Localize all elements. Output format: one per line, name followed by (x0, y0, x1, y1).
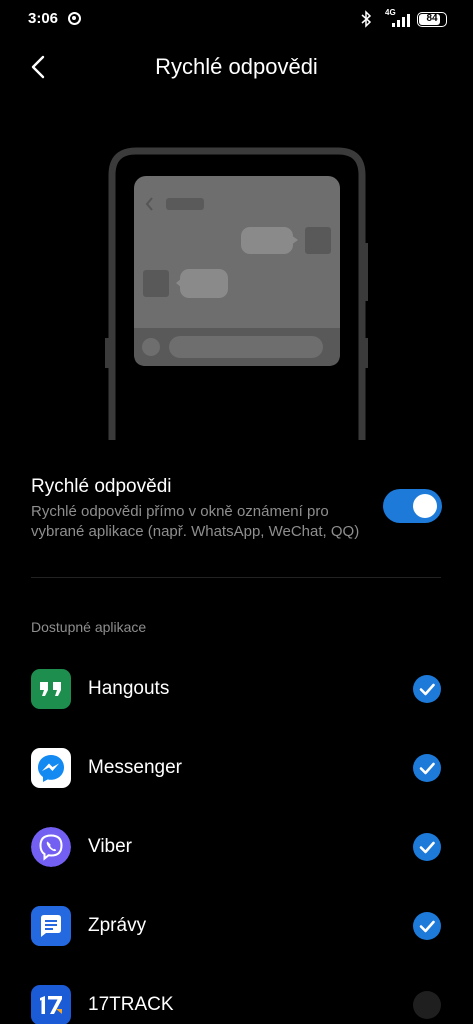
app-row-viber[interactable]: Viber (0, 807, 473, 886)
app-row-messages[interactable]: Zprávy (0, 886, 473, 965)
messages-icon (31, 906, 71, 946)
app-checkbox[interactable] (413, 991, 441, 1019)
app-checkbox[interactable] (413, 833, 441, 861)
check-icon (419, 841, 435, 854)
page-title: Rychlé odpovědi (155, 54, 318, 79)
check-icon (419, 920, 435, 933)
bluetooth-icon (361, 10, 372, 28)
signal-icon (392, 14, 410, 27)
quick-reply-illustration (105, 147, 368, 440)
app-label: Hangouts (88, 678, 170, 699)
check-icon (419, 683, 435, 696)
toggle-knob (413, 494, 437, 518)
battery-level: 84 (426, 13, 438, 24)
app-row-hangouts[interactable]: Hangouts (0, 649, 473, 728)
app-row-messenger[interactable]: Messenger (0, 728, 473, 807)
app-label: Zprávy (88, 915, 147, 936)
battery-icon: 84 (417, 12, 447, 27)
app-label: 17TRACK (88, 994, 174, 1015)
app-label: Messenger (88, 757, 182, 778)
available-apps-header: Dostupné aplikace (31, 619, 147, 635)
app-checkbox[interactable] (413, 675, 441, 703)
app-checkbox[interactable] (413, 912, 441, 940)
status-time: 3:06 (28, 10, 59, 27)
app-label: Viber (88, 836, 133, 857)
viber-icon (31, 827, 71, 867)
quick-replies-setting: Rychlé odpovědi Rychlé odpovědi přímo v … (0, 470, 473, 550)
check-icon (419, 762, 435, 775)
quick-replies-description: Rychlé odpovědi přímo v okně oznámení pr… (31, 503, 360, 540)
notification-ring-icon (68, 12, 81, 25)
quick-replies-title: Rychlé odpovědi (31, 476, 172, 497)
status-bar: 3:06 4G 84 (0, 0, 473, 38)
17track-icon (31, 985, 71, 1024)
app-row-17track[interactable]: 17TRACK (0, 965, 473, 1024)
hangouts-icon (31, 669, 71, 709)
quick-replies-toggle[interactable] (383, 489, 442, 523)
messenger-icon (31, 748, 71, 788)
divider (31, 577, 441, 578)
app-checkbox[interactable] (413, 754, 441, 782)
